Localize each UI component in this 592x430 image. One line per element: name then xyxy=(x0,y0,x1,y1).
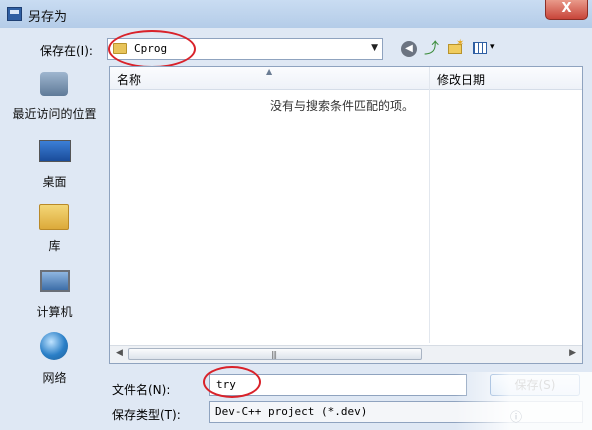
file-name-input[interactable]: try xyxy=(209,374,467,396)
save-in-value: Cprog xyxy=(134,42,168,55)
save-type-dropdown[interactable]: Dev-C++ project (*.dev) xyxy=(209,401,583,423)
place-label: 计算机 xyxy=(36,305,73,319)
place-label: 最近访问的位置 xyxy=(12,107,97,121)
place-label: 库 xyxy=(48,239,61,253)
save-button-label: 保存(S) xyxy=(514,378,556,392)
file-name-value: try xyxy=(216,378,236,391)
save-in-label: 保存在(I): xyxy=(40,44,93,58)
column-header-date[interactable]: 修改日期 xyxy=(437,71,485,88)
save-button[interactable]: 保存(S) xyxy=(490,374,580,396)
scroll-left-icon[interactable]: ◀ xyxy=(116,348,123,358)
column-header-name[interactable]: 名称 xyxy=(117,71,141,88)
empty-list-message: 没有与搜索条件匹配的项。 xyxy=(270,99,415,113)
new-folder-button[interactable]: ✶ xyxy=(447,38,465,58)
desktop-icon xyxy=(39,140,71,162)
view-grid-icon xyxy=(473,42,487,54)
sort-ascending-icon: ▲ xyxy=(266,67,273,76)
place-desktop[interactable]: 桌面 xyxy=(6,132,103,194)
app-window-icon xyxy=(7,7,22,21)
network-icon xyxy=(40,332,68,360)
places-bar: 最近访问的位置 桌面 库 计算机 网络 xyxy=(6,66,103,386)
column-header-row: 名称 ▲ 修改日期 xyxy=(110,67,582,90)
chevron-down-icon: ▾ xyxy=(490,42,495,52)
chevron-down-icon[interactable]: ▼ xyxy=(371,43,378,53)
recent-places-icon xyxy=(40,72,68,96)
folder-icon xyxy=(113,43,127,54)
save-type-label: 保存类型(T): xyxy=(112,408,181,422)
scrollbar-thumb[interactable]: ||| xyxy=(128,348,422,360)
save-in-dropdown[interactable]: Cprog ▼ xyxy=(107,38,383,60)
horizontal-scrollbar[interactable]: ◀ ||| ▶ xyxy=(110,345,582,363)
place-libraries[interactable]: 库 xyxy=(6,198,103,260)
save-type-value: Dev-C++ project (*.dev) xyxy=(215,405,368,418)
libraries-icon xyxy=(39,204,69,230)
save-as-dialog: 另存为 X 保存在(I): Cprog ▼ ◀ ⤴ ✶ ▾ 最近访问的位置 桌面… xyxy=(0,0,592,430)
back-button[interactable]: ◀ xyxy=(401,41,417,57)
file-name-label: 文件名(N): xyxy=(112,383,171,397)
place-label: 桌面 xyxy=(42,175,67,189)
title-bar: 另存为 X xyxy=(0,0,592,28)
scroll-right-icon[interactable]: ▶ xyxy=(569,348,576,358)
column-divider[interactable] xyxy=(429,67,430,343)
close-button[interactable]: X xyxy=(545,0,588,20)
watermark-mark: ⓘ xyxy=(510,410,525,424)
place-recent[interactable]: 最近访问的位置 xyxy=(6,66,103,128)
file-list[interactable]: 名称 ▲ 修改日期 没有与搜索条件匹配的项。 ◀ ||| ▶ xyxy=(109,66,583,364)
place-network[interactable]: 网络 xyxy=(6,328,103,390)
up-folder-button[interactable]: ⤴ xyxy=(424,40,440,58)
place-label: 网络 xyxy=(42,371,67,385)
computer-icon xyxy=(40,270,70,292)
grip-icon: ||| xyxy=(271,350,277,359)
place-computer[interactable]: 计算机 xyxy=(6,264,103,326)
dialog-title: 另存为 xyxy=(28,10,68,25)
sparkle-icon: ✶ xyxy=(456,38,465,49)
view-menu-button[interactable]: ▾ xyxy=(471,40,499,58)
